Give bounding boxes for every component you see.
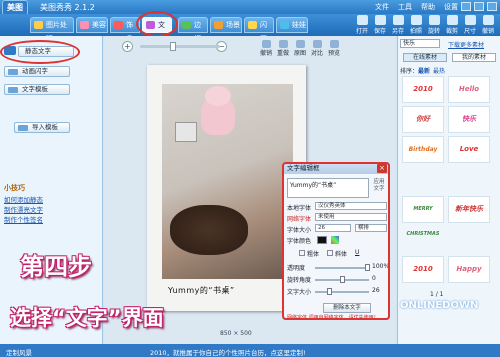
template-icon — [8, 87, 18, 93]
zoom-slider[interactable] — [140, 45, 220, 48]
rotate-button[interactable]: 旋转 — [424, 15, 444, 35]
menu-file[interactable]: 文件 — [375, 2, 389, 12]
undo-icon — [261, 40, 271, 48]
original-icon — [295, 40, 305, 48]
cat-image — [170, 205, 248, 255]
tab-beauty[interactable]: 美容 — [76, 17, 108, 33]
my-materials-tab[interactable]: 我的素材 — [452, 53, 496, 62]
bear-head-image — [205, 86, 231, 106]
resize-button[interactable]: 尺寸 — [460, 15, 480, 35]
redo-icon — [278, 40, 288, 48]
preview-button[interactable]: 预览 — [326, 40, 342, 57]
flash-icon — [248, 21, 257, 29]
frame-icon — [182, 21, 191, 29]
save-as-icon — [392, 15, 404, 25]
camera-button[interactable]: 拍照 — [406, 15, 426, 35]
maximize-button[interactable] — [474, 2, 484, 11]
redo-button[interactable]: 重做 — [275, 40, 291, 57]
step-overlay-text: 第四步 — [20, 253, 92, 281]
tip-link-1[interactable]: 如何添加静态 — [4, 194, 43, 204]
save-button[interactable]: 保存 — [370, 15, 390, 35]
image-edit-icon — [34, 21, 43, 29]
category-select[interactable]: 快乐 — [400, 39, 440, 48]
import-template-button[interactable]: 导入模板 — [14, 122, 70, 133]
compare-icon — [312, 40, 322, 48]
tips-title: 小技巧 — [4, 184, 25, 192]
doll-icon — [280, 21, 289, 29]
rotate-icon — [428, 15, 440, 25]
tab-image-edit[interactable]: 图片处理 — [30, 17, 74, 43]
page-indicator: 1 / 1 — [430, 291, 444, 298]
undo-icon — [482, 15, 494, 25]
status-message[interactable]: 2010，就推属于你自己的个性照片台历，点这里定制! — [150, 347, 306, 357]
zoom-in-icon[interactable]: + — [122, 41, 133, 52]
tab-flash[interactable]: 闪图 — [244, 17, 274, 43]
download-more-link[interactable]: 下载更多素材 — [448, 40, 484, 49]
text-tab-highlight — [136, 11, 178, 37]
monitor-image — [175, 122, 197, 142]
animation-icon — [8, 69, 18, 75]
undo-button[interactable]: 撤销 — [258, 40, 274, 57]
tab-scene[interactable]: 场景 — [210, 17, 242, 33]
menu-settings[interactable]: 设置 — [444, 2, 458, 12]
original-button[interactable]: 原图 — [292, 40, 308, 57]
image-size: 850 × 500 — [220, 330, 252, 337]
watermark: ONLINEDOWN — [400, 300, 479, 311]
static-text-highlight — [0, 40, 80, 64]
preview-icon — [329, 40, 339, 48]
menu-tools[interactable]: 工具 — [398, 2, 412, 12]
compare-button[interactable]: 对比 — [309, 40, 325, 57]
crop-icon — [446, 15, 458, 25]
tip-link-2[interactable]: 制作漂亮文字 — [4, 204, 43, 214]
menu-bar: 文件 工具 帮助 设置 — [375, 2, 458, 12]
save-icon — [374, 15, 386, 25]
import-icon — [18, 125, 28, 131]
template-tile-4[interactable]: 快乐 — [448, 106, 490, 133]
template-tile-6[interactable]: Love — [448, 136, 490, 163]
template-tile-8[interactable]: 新年快乐 — [448, 196, 490, 223]
online-materials-tab[interactable]: 在线素材 — [403, 53, 447, 62]
template-tile-10[interactable]: Happy — [448, 256, 490, 283]
save-as-button[interactable]: 另存 — [388, 15, 408, 35]
animated-text-button[interactable]: 动画闪字 — [4, 66, 70, 77]
window-controls — [461, 2, 497, 11]
photo-caption[interactable]: Yummy的“书桌” — [168, 285, 235, 296]
sort-hot[interactable]: 最热 — [433, 66, 445, 75]
zoom-slider-knob[interactable] — [170, 42, 176, 51]
status-left[interactable]: 定制风景 — [6, 347, 32, 357]
minimize-button[interactable] — [461, 2, 471, 11]
template-tile-5[interactable]: Birthday — [402, 136, 444, 163]
camera-icon — [410, 15, 422, 25]
dialog-highlight — [282, 162, 390, 320]
tab-doll[interactable]: 娃娃 — [276, 17, 308, 33]
template-tile-1[interactable]: 2010 — [402, 76, 444, 103]
crop-button[interactable]: 裁剪 — [442, 15, 462, 35]
app-title: 美图秀秀 2.1.2 — [40, 3, 95, 12]
template-tile-2[interactable]: Hello — [448, 76, 490, 103]
template-tile-7[interactable]: MERRY CHRISTMAS — [402, 196, 444, 237]
sort-new[interactable]: 最新 — [418, 66, 430, 75]
resize-icon — [464, 15, 476, 25]
template-tile-9[interactable]: 2010 — [402, 256, 444, 283]
menu-help[interactable]: 帮助 — [421, 2, 435, 12]
close-button[interactable] — [487, 2, 497, 11]
text-template-button[interactable]: 文字模板 — [4, 84, 70, 95]
tip-link-3[interactable]: 制作个性签名 — [4, 214, 43, 224]
open-button[interactable]: 打开 — [352, 15, 372, 35]
sort-label: 排序： — [400, 68, 419, 75]
template-tile-3[interactable]: 你好 — [402, 106, 444, 133]
beauty-icon — [80, 21, 89, 29]
select-overlay-text: 选择“文字”界面 — [10, 306, 164, 330]
tab-frame[interactable]: 边框 — [178, 17, 208, 43]
heart-icon — [114, 21, 123, 29]
scene-icon — [214, 21, 223, 29]
undo-toolbar-button[interactable]: 撤销 — [478, 15, 498, 35]
folder-icon — [356, 15, 368, 25]
